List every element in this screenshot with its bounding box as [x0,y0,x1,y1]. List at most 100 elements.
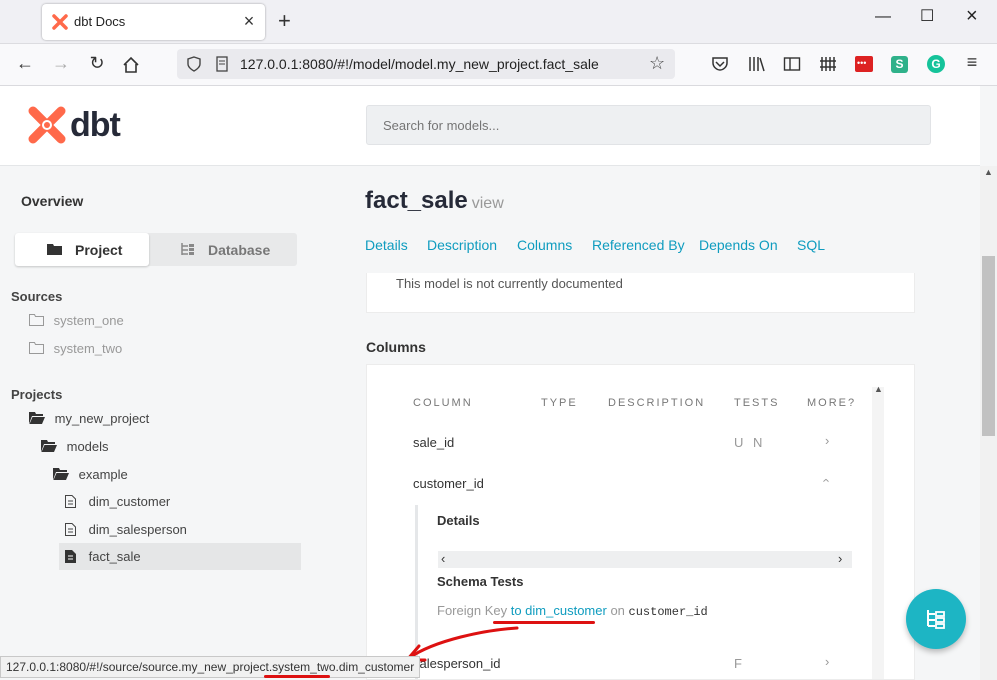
library-icon[interactable] [748,55,766,73]
anchor-depends-on[interactable]: Depends On [699,237,778,253]
back-icon[interactable]: ← [13,53,37,74]
search-input[interactable] [366,105,931,145]
description-text: This model is not currently documented [396,276,623,291]
grammarly-icon[interactable]: G [927,55,945,73]
details-heading: Details [437,513,480,528]
fk-on: on [610,603,625,618]
reload-icon[interactable]: ↻ [85,53,109,74]
fk-link[interactable]: to dim_customer [511,603,607,618]
chevron-up-icon[interactable]: › [818,478,833,482]
new-tab-button[interactable]: + [278,10,291,32]
file-icon [65,550,76,563]
project-tab-label: Project [75,242,123,258]
lastpass-icon[interactable]: ••• [855,56,873,72]
sources-title: Sources [11,289,63,304]
tree-label: dim_salesperson [88,522,187,537]
page-info-icon[interactable] [215,56,229,72]
description-card: This model is not currently documented [366,273,915,313]
browser-tab[interactable]: dbt Docs × [42,4,265,40]
sidebar-icon[interactable] [783,55,801,73]
column-name: sale_id [413,435,455,450]
tree-label: models [66,439,109,454]
columns-heading: Columns [366,339,426,355]
dbt-favicon-icon [52,14,68,30]
tree-item-project[interactable]: my_new_project [29,408,149,430]
project-database-toggle: Project Database [15,233,297,266]
tree-label: example [78,467,128,482]
dbt-logo-icon[interactable] [28,106,66,144]
extension-grid-icon[interactable] [819,55,837,73]
browser-tab-bar: dbt Docs × + — ☐ × [0,0,997,44]
page-scroll-thumb[interactable] [982,256,995,436]
scroll-up-icon[interactable]: ▲ [874,384,883,394]
forward-icon[interactable]: → [49,53,73,74]
url-bar[interactable]: 127.0.0.1:8080/#!/model/model.my_new_pro… [177,49,675,79]
s-extension-icon[interactable]: S [891,56,908,73]
lineage-graph-button[interactable] [906,589,966,649]
chevron-right-icon[interactable]: › [825,654,829,669]
source-label: system_two [53,341,123,356]
projects-title: Projects [11,387,63,402]
database-tab-label[interactable]: Database [208,242,270,258]
page-scroll-up-icon[interactable]: ▲ [984,167,993,177]
folder-icon [29,314,44,326]
scroll-left-icon[interactable]: ‹ [441,551,445,566]
tree-item-fact-sale[interactable]: fact_sale [59,543,301,570]
column-name: customer_id [413,476,484,491]
source-label: system_one [53,313,124,328]
file-icon [65,495,76,508]
chevron-right-icon[interactable]: › [825,433,829,448]
schema-tests-heading: Schema Tests [437,574,524,589]
project-tab[interactable]: Project [15,233,149,266]
anchor-columns[interactable]: Columns [517,237,572,253]
minimize-icon[interactable]: — [875,8,891,26]
anchor-description[interactable]: Description [427,237,497,253]
shield-icon[interactable] [187,56,201,72]
file-icon [65,523,76,536]
status-bar-url: 127.0.0.1:8080/#!/source/source.my_new_p… [0,656,421,678]
tab-title: dbt Docs [74,14,126,29]
close-window-icon[interactable]: × [966,5,978,28]
anchor-referenced-by[interactable]: Referenced By [592,237,685,253]
url-text: 127.0.0.1:8080/#!/model/model.my_new_pro… [240,56,599,72]
tree-label: fact_sale [88,549,141,564]
model-title: fact_sale view [365,187,504,215]
model-name: fact_sale [365,187,468,214]
source-system-one[interactable]: system_one [29,310,124,332]
pocket-icon[interactable] [711,55,729,73]
tree-item-models[interactable]: models [41,436,109,458]
menu-icon[interactable]: ≡ [960,52,984,73]
tree-label: my_new_project [54,411,150,426]
page-scrollbar[interactable]: ▲ [980,166,997,680]
source-system-two[interactable]: system_two [29,338,122,360]
folder-icon [29,342,44,354]
fk-prefix: Foreign Key [437,603,508,618]
anchor-details[interactable]: Details [365,237,408,253]
bookmark-star-icon[interactable]: ☆ [649,53,665,74]
overview-link[interactable]: Overview [21,193,83,209]
folder-open-icon [53,468,69,480]
scroll-right-icon[interactable]: › [838,551,842,566]
status-annotation-underline [264,675,330,678]
folder-open-icon [29,412,45,424]
tree-item-dim-salesperson[interactable]: dim_salesperson [65,519,187,541]
maximize-icon[interactable]: ☐ [920,6,934,26]
home-icon[interactable] [122,56,140,74]
table-vertical-scrollbar[interactable]: ▲ [872,384,884,679]
header-type: TYPE [541,397,578,409]
header-tests: TESTS [734,397,780,409]
header-more: MORE? [807,397,857,409]
column-tests: F [734,656,745,671]
browser-nav-bar: ← → ↻ 127.0.0.1:8080/#!/model/model.my_n… [0,44,997,86]
header-description: DESCRIPTION [608,397,706,409]
foreign-key-test: Foreign Key to dim_customer on customer_… [437,603,708,619]
page-header: dbt [0,86,980,166]
anchor-sql[interactable]: SQL [797,237,825,253]
tree-item-example[interactable]: example [53,464,128,486]
horizontal-scrollbar[interactable]: ‹ › [438,551,852,568]
tree-label: dim_customer [88,494,171,509]
fk-column: customer_id [628,605,708,619]
tree-item-dim-customer[interactable]: dim_customer [65,491,170,513]
close-tab-icon[interactable]: × [239,11,259,32]
logo-text[interactable]: dbt [70,106,121,145]
